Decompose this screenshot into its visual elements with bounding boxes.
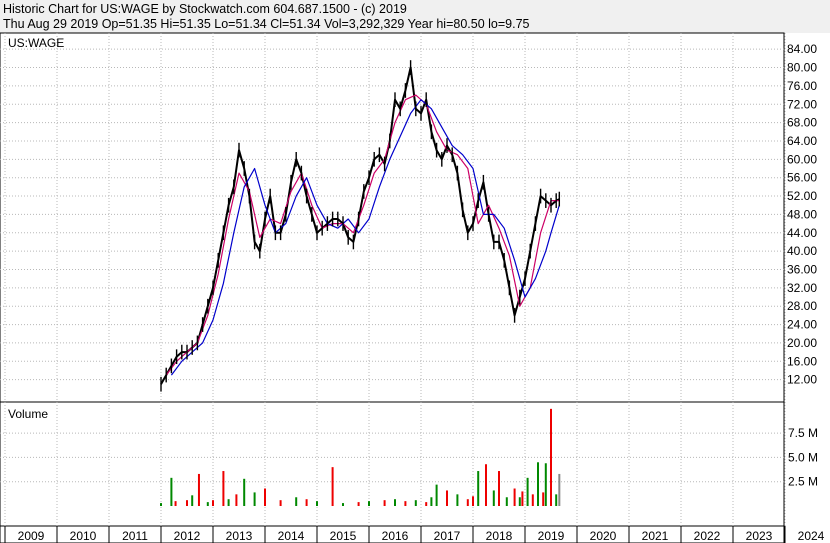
year-tick-label: 2019 (538, 529, 565, 543)
volume-bar (235, 494, 238, 506)
volume-bar (222, 471, 225, 506)
volume-bar (430, 497, 433, 506)
year-tick-label: 2020 (590, 529, 617, 543)
price-tick-label: 76.00 (787, 79, 817, 93)
volume-bar (544, 463, 547, 506)
volume-bar (279, 500, 282, 506)
volume-bar (305, 499, 308, 506)
year-tick-label: 2010 (70, 529, 97, 543)
volume-bar (446, 490, 448, 506)
volume-bar (518, 497, 521, 506)
price-tick-label: 52.00 (787, 189, 817, 203)
volume-bar (505, 497, 508, 506)
year-tick-label: 2011 (122, 529, 148, 543)
volume-bar (383, 500, 386, 506)
volume-bar (253, 492, 256, 506)
volume-bar (295, 497, 298, 506)
volume-bar (197, 473, 200, 506)
volume-bar (191, 495, 194, 506)
price-tick-label: 32.00 (787, 281, 817, 295)
volume-bar (521, 491, 524, 506)
year-tick-label: 2013 (226, 529, 253, 543)
price-tick-label: 56.00 (787, 171, 817, 185)
year-tick-label: 2014 (278, 529, 305, 543)
volume-bar (472, 496, 474, 506)
year-tick-label: 2022 (694, 529, 721, 543)
year-tick-label: 2015 (330, 529, 357, 543)
volume-bar (526, 477, 529, 506)
volume-bar (212, 500, 214, 506)
volume-bar (331, 467, 334, 506)
price-tick-label: 48.00 (787, 207, 817, 221)
price-tick-label: 44.00 (787, 226, 817, 240)
price-tick-label: 80.00 (787, 61, 817, 75)
price-tick-label: 24.00 (787, 318, 817, 332)
volume-bar (342, 503, 344, 506)
volume-bar (531, 494, 534, 506)
volume-bar (160, 503, 162, 506)
year-tick-label: 2024 (798, 529, 825, 543)
price-tick-label: 40.00 (787, 244, 817, 258)
volume-tick-label: 2.5 M (788, 475, 818, 489)
volume-bar (513, 488, 516, 506)
price-tick-label: 60.00 (787, 152, 817, 166)
volume-bar (357, 502, 360, 506)
volume-bar (477, 471, 480, 506)
volume-bar (206, 502, 209, 506)
volume-bar (537, 462, 539, 506)
volume-bar (456, 494, 459, 506)
year-tick-label: 2012 (174, 529, 201, 543)
volume-bar (425, 502, 428, 506)
volume-panel (0, 401, 785, 527)
stock-chart: 84.00 80.00 76.00 72.00 68.00 64.00 60.00 56.00… (0, 32, 825, 543)
volume-bar (174, 501, 177, 506)
volume-bar (227, 499, 230, 506)
volume-tick-label: 7.5 M (788, 426, 818, 440)
volume-bar (394, 499, 396, 506)
volume-tick-label: 5.0 M (788, 450, 818, 464)
price-tick-label: 20.00 (787, 336, 817, 350)
volume-bar (550, 408, 552, 506)
price-tick-label: 68.00 (787, 116, 817, 130)
volume-bar (555, 494, 558, 506)
price-tick-label: 36.00 (787, 262, 817, 276)
volume-bar (498, 471, 500, 506)
volume-bar (466, 499, 469, 506)
volume-bar (435, 484, 438, 506)
volume-bar (316, 501, 318, 506)
volume-bar (170, 477, 173, 506)
year-tick-label: 2018 (486, 529, 513, 543)
price-tick-label: 16.00 (787, 354, 817, 368)
price-tick-label: 12.00 (787, 373, 817, 387)
volume-bar (404, 501, 407, 506)
volume-bar (492, 490, 495, 506)
price-tick-label: 28.00 (787, 299, 817, 313)
volume-bar (243, 478, 246, 506)
year-tick-label: 2021 (642, 529, 669, 543)
volume-bar (368, 501, 370, 506)
volume-bar (558, 473, 561, 506)
year-tick-label: 2023 (746, 529, 773, 543)
price-panel (0, 32, 785, 403)
volume-bar (186, 500, 188, 506)
volume-bar (485, 464, 487, 506)
year-tick-label: 2017 (434, 529, 461, 543)
year-tick-label: 2009 (18, 529, 45, 543)
price-tick-label: 84.00 (787, 42, 817, 56)
volume-bar (542, 492, 545, 506)
price-tick-label: 72.00 (787, 97, 817, 111)
volume-bar (414, 500, 417, 506)
volume-bar (264, 488, 266, 506)
year-tick-label: 2016 (382, 529, 409, 543)
volume-panel-title: Volume (8, 407, 48, 421)
price-panel-title: US:WAGE (8, 36, 64, 50)
price-tick-label: 64.00 (787, 134, 817, 148)
